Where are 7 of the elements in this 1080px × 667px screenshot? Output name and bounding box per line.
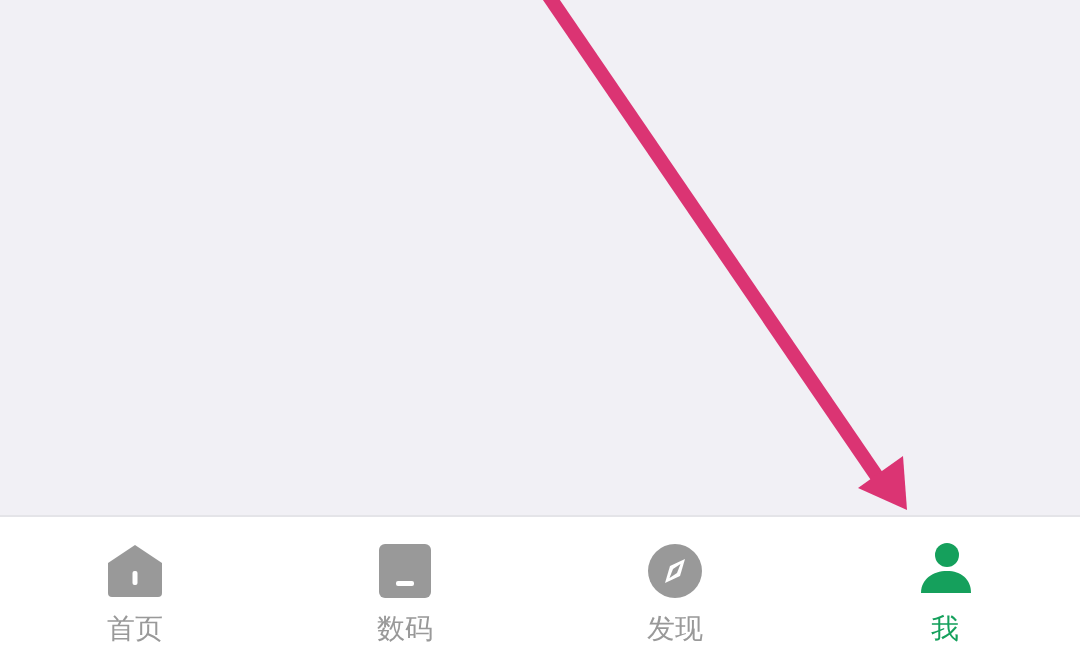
box-icon — [377, 543, 433, 599]
compass-icon — [647, 543, 703, 599]
tab[interactable]: 数码 — [270, 517, 540, 667]
tab[interactable]: 首页 — [0, 517, 270, 667]
tab[interactable]: 我 — [810, 517, 1080, 667]
tab[interactable]: 发现 — [540, 517, 810, 667]
house-icon — [107, 543, 163, 599]
